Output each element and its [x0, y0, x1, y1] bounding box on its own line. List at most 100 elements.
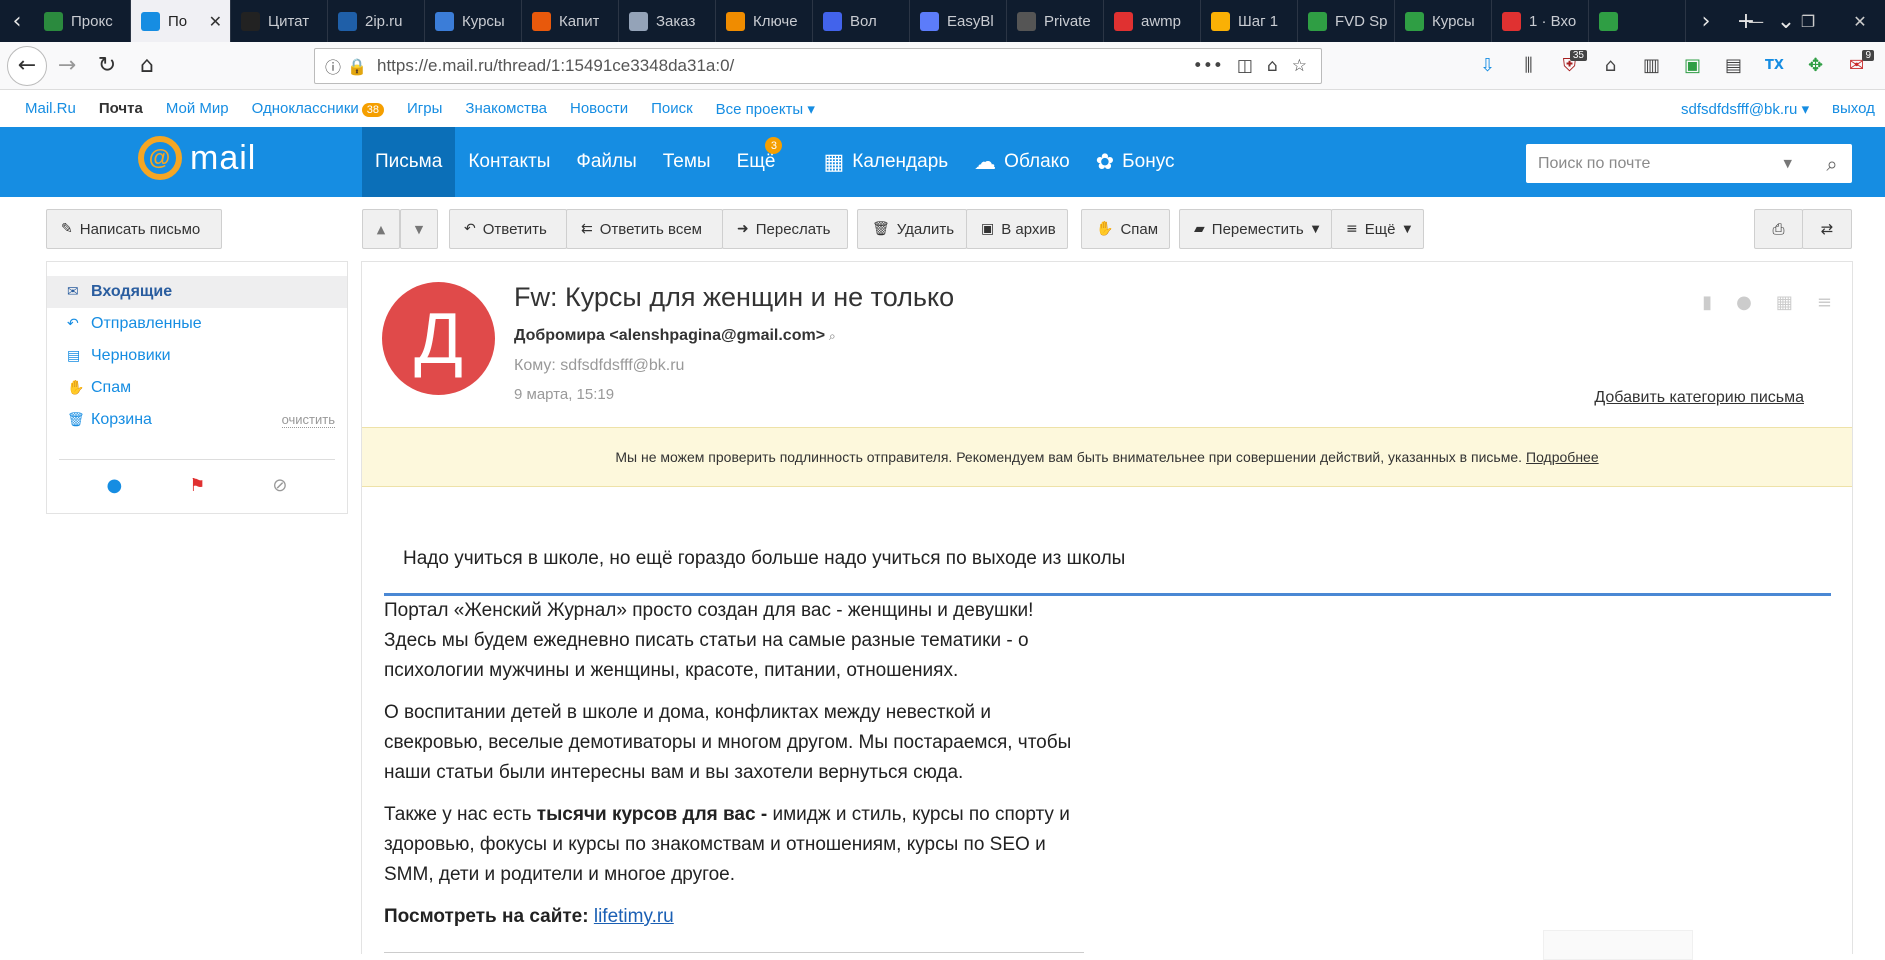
bookmark-star-icon[interactable]: ☆	[1292, 56, 1307, 76]
header-nav-item[interactable]: Файлы	[563, 127, 649, 197]
browser-tab[interactable]: FVD Sp	[1298, 0, 1395, 42]
browser-tab[interactable]: Private	[1007, 0, 1104, 42]
more-button[interactable]: ≡ Ещё ▼	[1331, 209, 1424, 249]
unread-dot-icon[interactable]: ●	[107, 475, 123, 496]
ublock-icon[interactable]: ⛨ 35	[1552, 48, 1587, 83]
reload-icon[interactable]: ↻	[87, 46, 127, 86]
url-text[interactable]: https://e.mail.ru/thread/1:15491ce3348da…	[377, 56, 1193, 76]
mail-logo[interactable]: @ mail	[138, 136, 256, 180]
portal-link[interactable]: Все проекты ▾	[716, 100, 815, 118]
move-button[interactable]: ▰ Переместить ▼	[1179, 209, 1332, 249]
restore-icon[interactable]: ❐	[1782, 0, 1834, 42]
browser-tab[interactable]	[1589, 0, 1686, 42]
portal-link[interactable]: Знакомства	[465, 100, 547, 117]
sender-search-icon[interactable]: ⌕	[829, 329, 836, 343]
portal-link[interactable]: Новости	[570, 100, 628, 117]
extension-icon[interactable]: ⌂	[1593, 48, 1628, 83]
attachment-icon[interactable]: ⊘	[272, 475, 287, 496]
menu-lines-icon[interactable]: ≡	[1817, 292, 1832, 313]
forward-icon[interactable]: →	[47, 46, 87, 86]
portal-link[interactable]: Мой Мир	[166, 100, 229, 117]
clean-folder-link[interactable]: очистить	[281, 412, 335, 428]
minimize-icon[interactable]: —	[1730, 0, 1782, 42]
archive-button[interactable]: ▣ В архив	[966, 209, 1068, 249]
sidebar-icon[interactable]: ▥	[1634, 48, 1669, 83]
site-link[interactable]: lifetimy.ru	[594, 906, 674, 927]
browser-tab[interactable]: Цитат	[231, 0, 328, 42]
header-app-link[interactable]: ☁ Облако	[961, 127, 1083, 197]
prev-letter-button[interactable]: ▲	[362, 209, 400, 249]
mail-notifier-icon[interactable]: ✉ 9	[1839, 48, 1874, 83]
library-icon[interactable]: ⫼	[1511, 48, 1546, 83]
header-nav-item[interactable]: Темы	[650, 127, 724, 197]
back-icon[interactable]: ←	[7, 45, 47, 86]
menu-icon[interactable]: ≡	[1880, 48, 1885, 83]
next-letter-button[interactable]: ▼	[400, 209, 438, 249]
page-actions-icon[interactable]: •••	[1193, 56, 1223, 76]
browser-tab[interactable]: Заказ	[619, 0, 716, 42]
close-window-icon[interactable]: ✕	[1834, 0, 1885, 42]
logout-link[interactable]: выход	[1832, 100, 1875, 117]
portal-link[interactable]: Игры	[407, 100, 442, 117]
search-icon[interactable]: ⌕	[1812, 144, 1852, 183]
read-status-icon[interactable]: ●	[1736, 292, 1752, 313]
header-app-link[interactable]: ▦ Календарь	[810, 127, 961, 197]
extension-home-icon[interactable]: ⌂	[1267, 56, 1278, 76]
downloads-icon[interactable]: ⇩	[1470, 48, 1505, 83]
header-app-link[interactable]: ✿ Бонус	[1083, 127, 1188, 197]
url-bar[interactable]: ⓘ 🔒 https://e.mail.ru/thread/1:15491ce33…	[314, 48, 1322, 84]
browser-tab[interactable]: Капит	[522, 0, 619, 42]
mail-search[interactable]: ▼ ⌕	[1526, 144, 1852, 183]
folder-item[interactable]: 🗑 Корзина очистить	[47, 404, 347, 436]
browser-tab[interactable]: Курсы	[425, 0, 522, 42]
reply-button[interactable]: ↶ Ответить	[449, 209, 567, 249]
folder-item[interactable]: ▤ Черновики	[47, 340, 347, 372]
folder-item[interactable]: ✉ Входящие	[47, 276, 347, 308]
print-button[interactable]: ⎙	[1754, 209, 1803, 249]
browser-tab[interactable]: awmp	[1104, 0, 1201, 42]
compose-button[interactable]: ✎ Написать письмо	[46, 209, 222, 249]
portal-link[interactable]: Одноклассники 38	[252, 100, 385, 117]
archive-ext-icon[interactable]: ▤	[1716, 48, 1751, 83]
pocket-icon[interactable]: ◫	[1237, 56, 1253, 76]
puzzle-icon[interactable]: ✥	[1798, 48, 1833, 83]
close-tab-icon[interactable]: ✕	[209, 12, 222, 31]
delete-button[interactable]: 🗑 Удалить	[857, 209, 967, 249]
warning-more-link[interactable]: Подробнее	[1526, 449, 1599, 465]
portal-link[interactable]: Поиск	[651, 100, 693, 117]
search-input[interactable]	[1526, 154, 1784, 173]
header-nav-item[interactable]: Письма	[362, 127, 456, 197]
info-icon[interactable]: ⓘ	[325, 54, 347, 78]
browser-tab[interactable]: 2ip.ru	[328, 0, 425, 42]
browser-tab[interactable]: По ✕	[131, 0, 231, 42]
browser-tab[interactable]: 1 · Вхо	[1492, 0, 1589, 42]
screenshot-icon[interactable]: ▣	[1675, 48, 1710, 83]
sender-name[interactable]: Добромира <alenshpagina@gmail.com>	[514, 327, 825, 344]
tabs-scroll-left-icon[interactable]: ‹	[0, 0, 34, 42]
tabs-scroll-right-icon[interactable]: ›	[1686, 0, 1726, 42]
search-options-icon[interactable]: ▼	[1784, 157, 1792, 170]
forward-button[interactable]: ➜ Переслать	[722, 209, 848, 249]
letter-from[interactable]: Добромира <alenshpagina@gmail.com> ⌕	[514, 327, 836, 345]
browser-tab[interactable]: Прокс	[34, 0, 131, 42]
user-email-link[interactable]: sdfsdfdsfff@bk.ru ▾	[1681, 100, 1809, 118]
browser-tab[interactable]: Вол	[813, 0, 910, 42]
portal-link[interactable]: Mail.Ru	[25, 100, 76, 117]
bookmark-icon[interactable]: ▮	[1702, 292, 1712, 313]
folder-item[interactable]: ✋ Спам	[47, 372, 347, 404]
add-category-link[interactable]: Добавить категорию письма	[1594, 389, 1804, 407]
portal-link[interactable]: Почта	[99, 100, 143, 117]
browser-tab[interactable]: Шаг 1	[1201, 0, 1298, 42]
flag-icon[interactable]: ⚑	[189, 475, 205, 496]
header-nav-item[interactable]: Ещё 3	[724, 127, 789, 197]
translate-button[interactable]: ⇄	[1802, 209, 1852, 249]
calendar-small-icon[interactable]: ▦	[1776, 292, 1793, 313]
browser-tab[interactable]: Курсы	[1395, 0, 1492, 42]
browser-tab[interactable]: Ключе	[716, 0, 813, 42]
header-nav-item[interactable]: Контакты	[455, 127, 563, 197]
tx-icon[interactable]: TX	[1757, 48, 1792, 83]
spam-button[interactable]: ✋ Спам	[1081, 209, 1170, 249]
reply-all-button[interactable]: ⇇ Ответить всем	[566, 209, 723, 249]
folder-item[interactable]: ↶ Отправленные	[47, 308, 347, 340]
home-icon[interactable]: ⌂	[127, 46, 167, 86]
